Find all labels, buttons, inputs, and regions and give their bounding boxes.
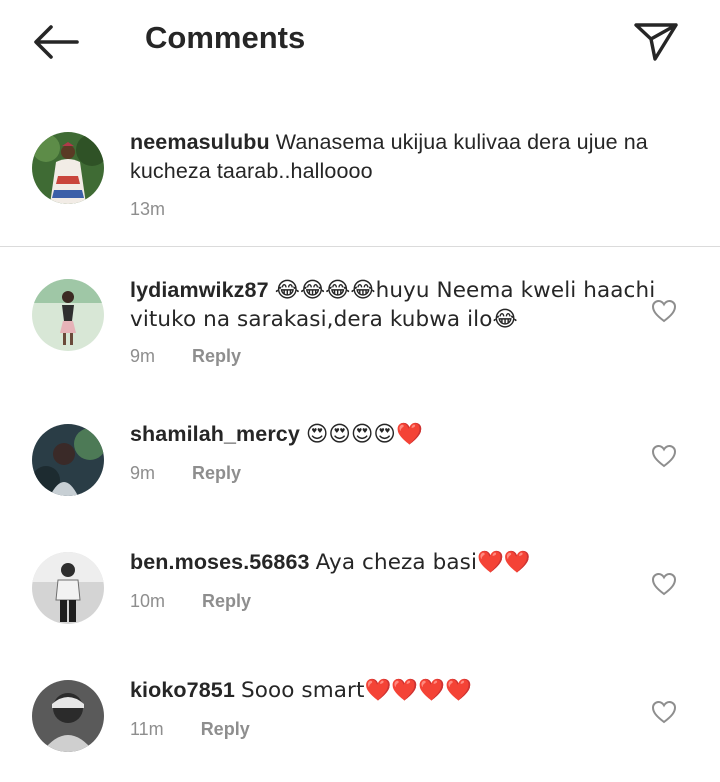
avatar[interactable] bbox=[32, 680, 104, 752]
caption-meta: 13m bbox=[130, 198, 165, 220]
comment-text: ben.moses.56863 Aya cheza basi❤️❤️ bbox=[130, 548, 660, 577]
comment-text: lydiamwikz87 😂😂😂😂huyu Neema kweli haachi… bbox=[130, 276, 660, 334]
heart-icon bbox=[651, 444, 677, 468]
avatar-image bbox=[32, 132, 104, 204]
paper-plane-icon bbox=[634, 23, 678, 61]
heart-icon bbox=[651, 572, 677, 596]
comment-item: ben.moses.56863 Aya cheza basi❤️❤️ 10m Re… bbox=[0, 548, 720, 628]
comment-body: 😍😍😍😍❤️ bbox=[306, 422, 423, 447]
comment-time: 10m bbox=[130, 591, 166, 611]
comment-username[interactable]: lydiamwikz87 bbox=[130, 278, 269, 302]
caption-username[interactable]: neemasulubu bbox=[130, 130, 270, 154]
comment-text: shamilah_mercy 😍😍😍😍❤️ bbox=[130, 420, 660, 449]
comment-item: lydiamwikz87 😂😂😂😂huyu Neema kweli haachi… bbox=[0, 276, 720, 376]
comment-body: Sooo smart❤️❤️❤️❤️ bbox=[240, 678, 472, 703]
comment-username[interactable]: ben.moses.56863 bbox=[130, 550, 310, 574]
comment-item: shamilah_mercy 😍😍😍😍❤️ 9m Reply bbox=[0, 420, 720, 500]
comment-meta: 10m Reply bbox=[130, 590, 251, 612]
comment-meta: 9m Reply bbox=[130, 345, 241, 367]
avatar-image bbox=[32, 279, 104, 351]
avatar-image bbox=[32, 680, 104, 752]
header-bar: Comments bbox=[0, 0, 720, 80]
reply-button[interactable]: Reply bbox=[192, 463, 241, 483]
reply-button[interactable]: Reply bbox=[192, 346, 241, 366]
like-button[interactable] bbox=[648, 697, 680, 727]
comment-time: 9m bbox=[130, 463, 156, 483]
comment-body: Aya cheza basi❤️❤️ bbox=[315, 550, 531, 575]
avatar[interactable] bbox=[32, 132, 104, 204]
post-caption: neemasulubu Wanasema ukijua kulivaa dera… bbox=[0, 112, 720, 247]
back-button[interactable] bbox=[26, 18, 86, 66]
comment-meta: 9m Reply bbox=[130, 462, 241, 484]
comment-time: 9m bbox=[130, 346, 156, 366]
heart-icon bbox=[651, 299, 677, 323]
like-button[interactable] bbox=[648, 441, 680, 471]
page-title: Comments bbox=[145, 20, 306, 55]
avatar[interactable] bbox=[32, 279, 104, 351]
comment-username[interactable]: kioko7851 bbox=[130, 678, 235, 702]
like-button[interactable] bbox=[648, 296, 680, 326]
comment-text: kioko7851 Sooo smart❤️❤️❤️❤️ bbox=[130, 676, 660, 705]
heart-icon bbox=[651, 700, 677, 724]
reply-button[interactable]: Reply bbox=[201, 719, 250, 739]
share-button[interactable] bbox=[628, 16, 684, 68]
like-button[interactable] bbox=[648, 569, 680, 599]
avatar[interactable] bbox=[32, 552, 104, 624]
caption-text: neemasulubu Wanasema ukijua kulivaa dera… bbox=[130, 128, 660, 186]
avatar-image bbox=[32, 552, 104, 624]
comment-username[interactable]: shamilah_mercy bbox=[130, 422, 300, 446]
comment-time: 11m bbox=[130, 719, 164, 739]
avatar-image bbox=[32, 424, 104, 496]
arrow-left-icon bbox=[34, 25, 79, 59]
comment-meta: 11m Reply bbox=[130, 718, 250, 740]
reply-button[interactable]: Reply bbox=[202, 591, 251, 611]
caption-time: 13m bbox=[130, 199, 166, 219]
comment-item: kioko7851 Sooo smart❤️❤️❤️❤️ 11m Reply bbox=[0, 676, 720, 756]
avatar[interactable] bbox=[32, 424, 104, 496]
